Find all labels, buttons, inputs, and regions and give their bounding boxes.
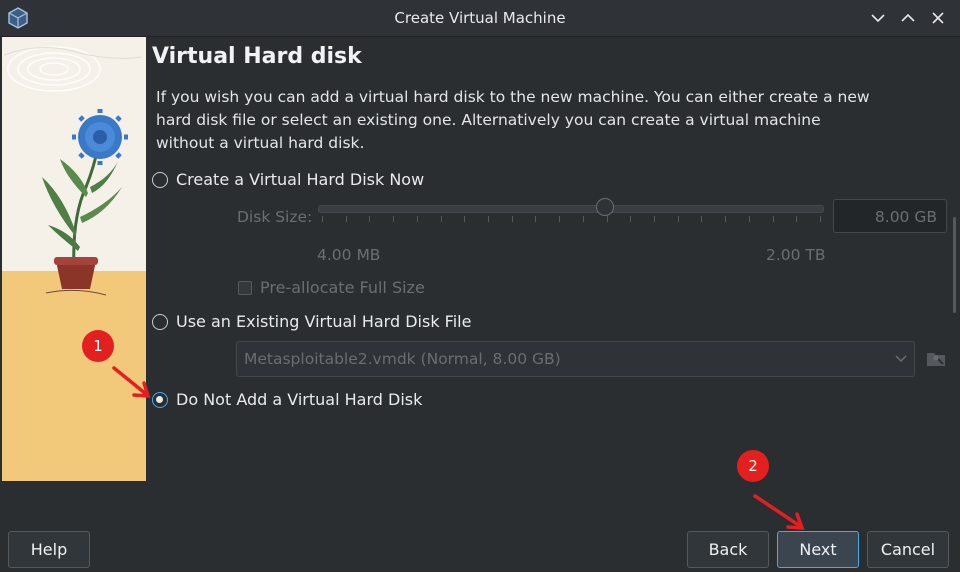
slider-tick <box>701 216 703 222</box>
scrollbar-thumb[interactable] <box>953 217 956 313</box>
annotation-arrow-2 <box>753 494 805 530</box>
choose-disk-file-icon[interactable] <box>926 350 946 368</box>
window-title: Create Virtual Machine <box>394 9 566 27</box>
slider-tick <box>725 216 727 222</box>
page-heading: Virtual Hard disk <box>152 44 362 69</box>
create-disk-now-label: Create a Virtual Hard Disk Now <box>176 170 425 189</box>
vertical-scrollbar[interactable] <box>953 37 958 507</box>
slider-tick <box>559 216 561 222</box>
slider-tick <box>820 216 821 222</box>
preallocate-checkbox[interactable] <box>238 280 252 295</box>
slider-tick <box>606 216 608 222</box>
slider-tick <box>488 216 489 222</box>
slider-tick <box>748 216 750 222</box>
maximize-button[interactable] <box>898 8 918 28</box>
slider-tick <box>416 216 418 222</box>
disk-size-input[interactable]: 8.00 GB <box>833 199 947 233</box>
annotation-badge-2 <box>737 450 769 482</box>
slider-tick <box>322 216 323 222</box>
disk-size-label: Disk Size: <box>237 208 313 226</box>
do-not-add-disk-option[interactable]: Do Not Add a Virtual Hard Disk <box>152 390 422 409</box>
slider-tick <box>772 216 774 222</box>
create-disk-now-option[interactable]: Create a Virtual Hard Disk Now <box>152 170 424 189</box>
slider-tick <box>582 216 584 222</box>
close-button[interactable] <box>928 8 948 28</box>
existing-disk-select[interactable]: Metasploitable2.vmdk (Normal, 8.00 GB) <box>236 341 915 377</box>
slider-tick <box>796 216 798 222</box>
create-disk-now-radio[interactable] <box>152 171 168 188</box>
disk-size-max-label: 2.00 TB <box>766 246 826 264</box>
use-existing-disk-label: Use an Existing Virtual Hard Disk File <box>176 312 472 331</box>
cancel-button[interactable]: Cancel <box>867 531 949 568</box>
chevron-down-icon <box>871 14 885 23</box>
use-existing-disk-radio[interactable] <box>152 313 168 330</box>
chevron-down-icon <box>895 355 907 363</box>
slider-tick <box>393 216 395 222</box>
preallocate-label: Pre-allocate Full Size <box>260 278 425 297</box>
disk-size-slider-ticks <box>322 216 821 224</box>
use-existing-disk-option[interactable]: Use an Existing Virtual Hard Disk File <box>152 312 471 331</box>
slider-tick <box>677 216 679 222</box>
disk-size-min-label: 4.00 MB <box>317 246 381 264</box>
disk-size-slider-track <box>318 205 824 213</box>
wizard-side-illustration <box>2 37 146 481</box>
slider-tick <box>535 216 537 222</box>
existing-disk-select-value: Metasploitable2.vmdk (Normal, 8.00 GB) <box>244 350 561 368</box>
back-button[interactable]: Back <box>687 531 769 568</box>
page-description: If you wish you can add a virtual hard d… <box>156 88 870 152</box>
slider-tick <box>630 216 632 222</box>
chevron-up-icon <box>901 13 915 22</box>
preallocate-option[interactable]: Pre-allocate Full Size <box>238 278 425 297</box>
close-icon <box>932 12 944 24</box>
do-not-add-disk-radio[interactable] <box>152 391 168 408</box>
slider-tick <box>345 216 347 222</box>
minimize-button[interactable] <box>868 8 888 28</box>
next-button[interactable]: Next <box>777 531 859 568</box>
title-bar: Create Virtual Machine <box>0 0 960 37</box>
slider-tick <box>654 216 655 222</box>
annotation-number-2: 2 <box>748 457 758 475</box>
slider-tick <box>369 216 371 222</box>
slider-tick <box>440 216 442 222</box>
help-button[interactable]: Help <box>8 531 90 568</box>
do-not-add-disk-label: Do Not Add a Virtual Hard Disk <box>176 390 423 409</box>
slider-tick <box>511 216 513 222</box>
disk-size-slider-handle[interactable] <box>596 198 615 216</box>
slider-tick <box>464 216 466 222</box>
